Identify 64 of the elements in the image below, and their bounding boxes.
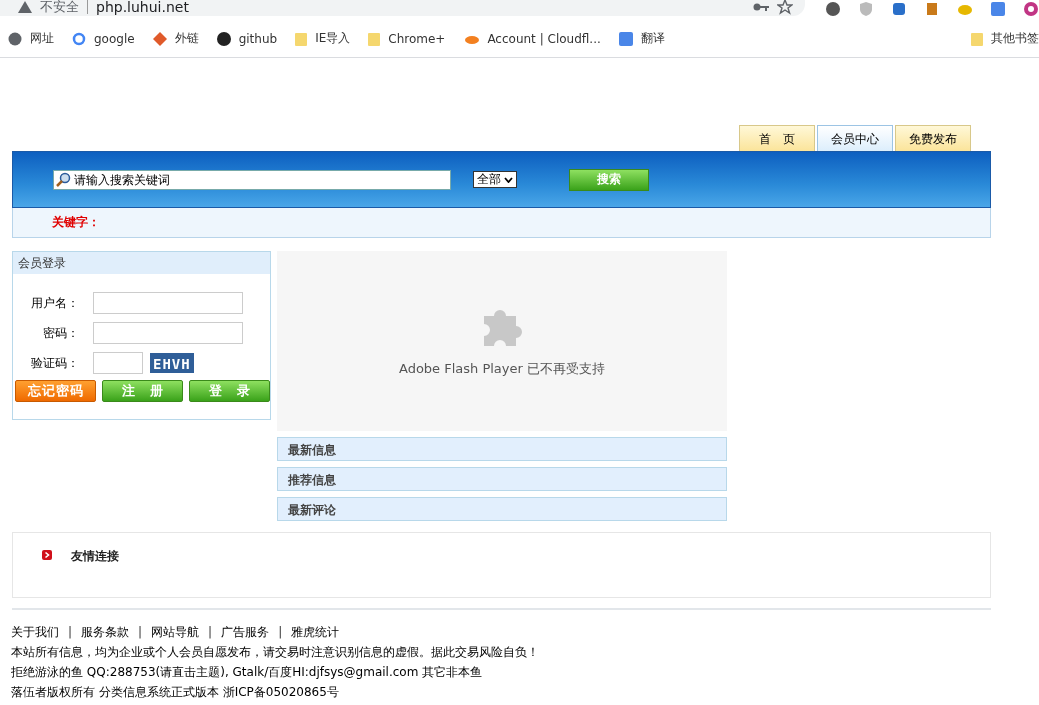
footer-link[interactable]: 广告服务 bbox=[221, 623, 270, 641]
folder-icon bbox=[368, 31, 381, 46]
bookmark[interactable]: 外链 bbox=[152, 30, 199, 47]
footer-link[interactable]: 网站导航 bbox=[151, 623, 200, 641]
footer-link[interactable]: 雅虎统计 bbox=[291, 623, 340, 641]
diamond-icon bbox=[152, 31, 167, 46]
search-field[interactable]: 请输入搜索关键词 bbox=[53, 169, 451, 190]
shield-icon[interactable] bbox=[858, 1, 874, 17]
links-title: 友情连接 bbox=[71, 550, 119, 562]
footer-text: 落伍者版权所有 分类信息系统正式版本 浙ICP备05020865号 bbox=[11, 684, 340, 701]
globe-icon bbox=[8, 31, 22, 46]
extension-icon[interactable] bbox=[1023, 1, 1039, 17]
separator: | bbox=[207, 625, 214, 639]
bookmark[interactable]: Account | Cloudfl... bbox=[463, 31, 601, 46]
section-header: 推荐信息 bbox=[277, 467, 727, 491]
star-icon[interactable] bbox=[777, 0, 793, 15]
warning-icon bbox=[18, 1, 32, 13]
nav-tab[interactable]: 首 页 bbox=[739, 125, 815, 151]
folder-icon bbox=[971, 31, 983, 46]
search-icon bbox=[55, 171, 71, 188]
footer-text: 拒绝游泳的鱼 QQ:288753(请直击主题), Gtalk/百度HI:djfsys@gmail.com 其它非本鱼 bbox=[11, 664, 484, 681]
address-bar[interactable]: 不安全 php.luhui.net bbox=[0, 0, 805, 16]
separator: | bbox=[67, 625, 74, 639]
footer-link[interactable]: 服务条款 bbox=[81, 623, 130, 641]
bookmark[interactable]: 翻译 bbox=[618, 30, 665, 47]
login-title: 会员登录 bbox=[13, 252, 270, 274]
field-label: 用户名： bbox=[30, 294, 80, 312]
keyword-label: 关键字： bbox=[52, 214, 100, 231]
field-label: 验证码： bbox=[30, 354, 80, 372]
separator: | bbox=[137, 625, 144, 639]
bookmark[interactable]: 其他书签 bbox=[971, 30, 1039, 47]
section-header: 最新评论 bbox=[277, 497, 727, 521]
username-field[interactable] bbox=[93, 292, 243, 314]
key-icon[interactable] bbox=[753, 2, 769, 12]
translate-icon bbox=[618, 31, 633, 46]
section-header: 最新信息 bbox=[277, 437, 727, 461]
field-label: 密码： bbox=[42, 324, 80, 342]
bookmark[interactable]: github bbox=[216, 31, 278, 46]
circle-icon bbox=[216, 31, 231, 46]
bookmark[interactable]: 网址 bbox=[8, 30, 54, 47]
extension-icon[interactable] bbox=[924, 1, 940, 17]
password-field[interactable] bbox=[93, 322, 243, 344]
translate-icon[interactable] bbox=[990, 1, 1006, 17]
arrow-icon bbox=[42, 550, 52, 560]
captcha-field[interactable] bbox=[93, 352, 143, 374]
chevron-icon bbox=[504, 176, 513, 183]
footer-text: 本站所有信息，均为企业或个人会员自愿发布，请交易时注意识别信息的虚假。据此交易风险自负！ bbox=[11, 644, 540, 661]
bookmark[interactable]: IE导入 bbox=[295, 30, 351, 47]
folder-icon bbox=[295, 31, 308, 46]
scope-dropdown[interactable]: 全部 bbox=[473, 171, 517, 188]
extension-icon[interactable] bbox=[825, 1, 841, 17]
nav-tab[interactable]: 免费发布 bbox=[895, 125, 971, 151]
bookmark[interactable]: Chrome+ bbox=[368, 31, 446, 46]
url-text: php.luhui.net bbox=[96, 0, 189, 15]
plugin-message: Adobe Flash Player 已不再受支持 bbox=[398, 360, 605, 378]
security-label: 不安全 bbox=[40, 0, 88, 14]
footer-link[interactable]: 关于我们 bbox=[11, 623, 59, 641]
separator: | bbox=[277, 625, 284, 639]
cloud-icon bbox=[463, 33, 480, 44]
ring-icon bbox=[72, 31, 86, 46]
extension-icon[interactable] bbox=[891, 1, 907, 17]
nav-tab[interactable]: 会员中心 bbox=[817, 125, 893, 151]
bookmark[interactable]: google bbox=[72, 31, 135, 46]
captcha-image: EHVH bbox=[150, 353, 194, 373]
